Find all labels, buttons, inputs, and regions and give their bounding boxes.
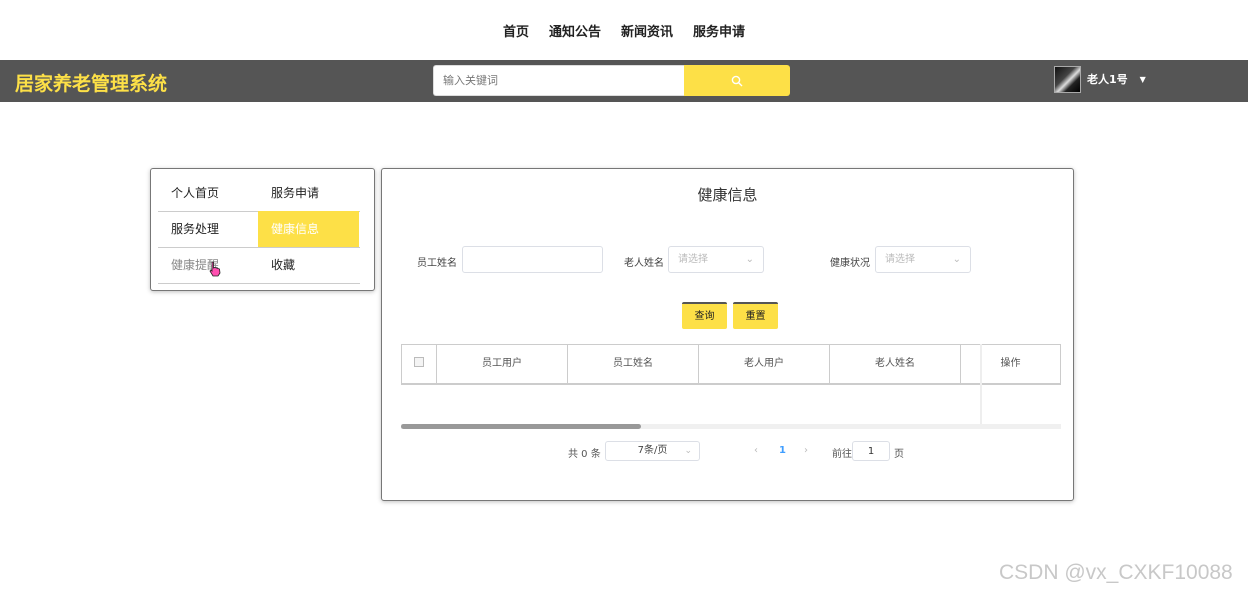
health-info-panel: 健康信息 员工姓名 老人姓名 请选择 ⌄ 健康状况 请选择 ⌄ 查询 重置 员工… — [381, 168, 1074, 501]
side-item-favorites[interactable]: 收藏 — [258, 247, 359, 283]
brand-title: 居家养老管理系统 — [15, 73, 168, 95]
search-icon — [731, 75, 743, 86]
nav-notices[interactable]: 通知公告 — [549, 21, 601, 40]
goto-page-input[interactable] — [852, 441, 890, 461]
staff-name-input[interactable] — [462, 246, 603, 273]
side-item-profile[interactable]: 个人首页 — [158, 175, 258, 211]
column-header: 操作 — [1000, 358, 1021, 369]
page-number[interactable]: 1 — [779, 445, 786, 456]
page-title: 健康信息 — [697, 186, 758, 204]
user-name: 老人1号 — [1087, 73, 1128, 86]
nav-news[interactable]: 新闻资讯 — [621, 21, 673, 40]
reset-button[interactable]: 重置 — [733, 302, 778, 329]
fixed-column-divider — [980, 344, 982, 429]
health-status-placeholder: 请选择 — [885, 254, 915, 265]
page-size-select[interactable]: 7条/页 ⌄ — [605, 441, 700, 461]
pagination-total: 共 0 条 — [568, 449, 601, 460]
nav-service-request[interactable]: 服务申请 — [693, 21, 745, 40]
avatar — [1054, 65, 1081, 93]
chevron-down-icon: ▼ — [1139, 74, 1146, 84]
table-header: 员工用户 员工姓名 老人用户 老人姓名 操作 — [401, 344, 1061, 385]
query-button[interactable]: 查询 — [682, 302, 727, 329]
elder-name-label: 老人姓名 — [624, 258, 664, 269]
hand-cursor-icon — [209, 261, 221, 277]
prev-page-icon[interactable]: ‹ — [754, 445, 758, 456]
column-header: 老人姓名 — [830, 345, 961, 383]
elder-name-placeholder: 请选择 — [678, 254, 708, 265]
chevron-down-icon: ⌄ — [684, 446, 692, 456]
search-input[interactable] — [433, 65, 685, 96]
divider — [158, 283, 360, 284]
column-header: 老人用户 — [699, 345, 830, 383]
header-bar: 居家养老管理系统 老人1号 ▼ — [0, 60, 1248, 102]
user-menu[interactable]: 老人1号 ▼ — [1054, 65, 1146, 93]
health-status-select[interactable]: 请选择 ⌄ — [875, 246, 971, 273]
top-nav: 首页 通知公告 新闻资讯 服务申请 — [0, 0, 1248, 60]
health-status-label: 健康状况 — [830, 258, 870, 269]
side-menu: 个人首页 服务申请 服务处理 健康信息 健康提醒 收藏 — [150, 168, 375, 291]
nav-home[interactable]: 首页 — [503, 21, 529, 40]
scrollbar-thumb[interactable] — [401, 424, 641, 429]
select-all-checkbox[interactable] — [414, 357, 424, 367]
select-all-cell — [402, 345, 437, 383]
column-header: 员工用户 — [437, 345, 568, 383]
watermark: CSDN @vx_CXKF10088 — [999, 561, 1233, 584]
side-item-service-handling[interactable]: 服务处理 — [158, 211, 258, 247]
page-unit-label: 页 — [894, 449, 904, 460]
chevron-down-icon: ⌄ — [745, 254, 754, 265]
page-size-value: 7条/页 — [637, 445, 668, 456]
search-button[interactable] — [684, 65, 790, 96]
next-page-icon[interactable]: › — [804, 445, 808, 456]
chevron-down-icon: ⌄ — [952, 254, 961, 265]
column-header: 员工姓名 — [568, 345, 699, 383]
side-item-health-info[interactable]: 健康信息 — [258, 211, 359, 247]
goto-label: 前往 — [832, 449, 852, 460]
elder-name-select[interactable]: 请选择 ⌄ — [668, 246, 764, 273]
side-item-service-request[interactable]: 服务申请 — [258, 175, 359, 211]
staff-name-label: 员工姓名 — [417, 258, 457, 269]
